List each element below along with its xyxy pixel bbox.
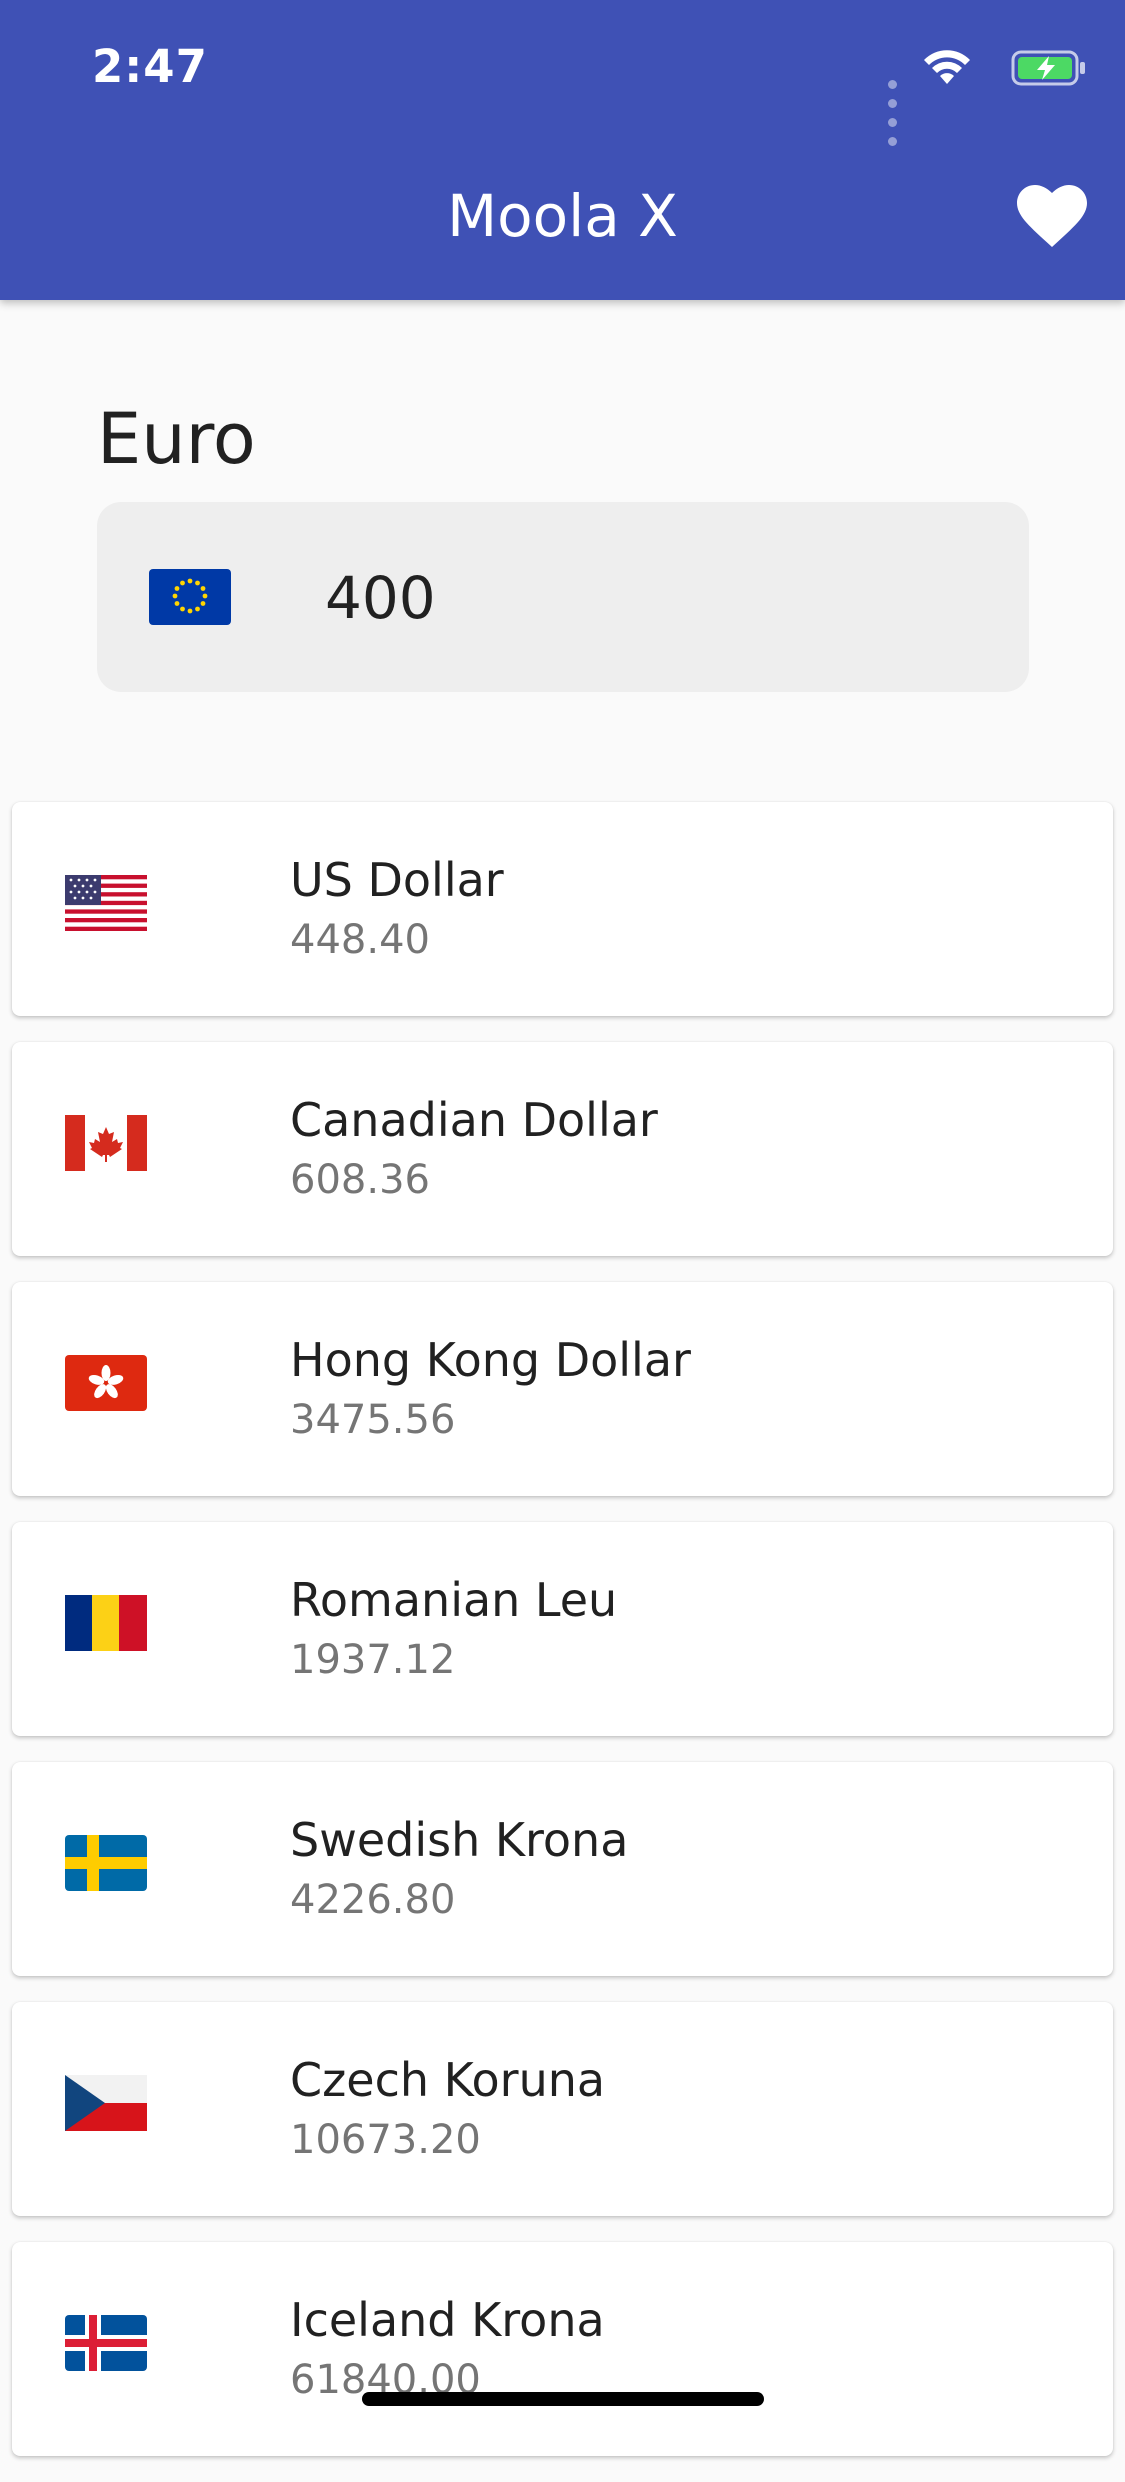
signal-dots-icon xyxy=(882,74,897,150)
currency-value: 4226.80 xyxy=(290,1877,456,1923)
amount-input[interactable]: 400 xyxy=(97,502,1029,692)
currency-card-iceland-krona[interactable]: Iceland Krona 61840.00 xyxy=(12,2242,1113,2456)
eu-flag-icon xyxy=(149,569,231,625)
czech-flag-icon xyxy=(65,2075,147,2131)
amount-value: 400 xyxy=(325,564,436,632)
currency-value: 3475.56 xyxy=(290,1397,456,1443)
heart-icon[interactable] xyxy=(1017,185,1087,249)
romania-flag-icon xyxy=(65,1595,147,1651)
wifi-icon xyxy=(924,50,970,84)
iceland-flag-icon xyxy=(65,2315,147,2371)
currency-name: Swedish Krona xyxy=(290,1813,629,1867)
home-indicator[interactable] xyxy=(362,2392,764,2406)
currency-card-romanian-leu[interactable]: Romanian Leu 1937.12 xyxy=(12,1522,1113,1736)
battery-charging-icon xyxy=(1011,50,1085,86)
app-title: Moola X xyxy=(447,182,678,250)
currency-card-swedish-krona[interactable]: Swedish Krona 4226.80 xyxy=(12,1762,1113,1976)
currency-name: Iceland Krona xyxy=(290,2293,605,2347)
currency-value: 448.40 xyxy=(290,917,430,963)
canada-flag-icon xyxy=(65,1115,147,1171)
us-flag-icon xyxy=(65,875,147,931)
currency-list: US Dollar 448.40 Canadian Dollar 608.36 … xyxy=(12,802,1113,2482)
base-currency-label: Euro xyxy=(97,398,256,480)
currency-card-canadian-dollar[interactable]: Canadian Dollar 608.36 xyxy=(12,1042,1113,1256)
currency-value: 10673.20 xyxy=(290,2117,481,2163)
currency-value: 608.36 xyxy=(290,1157,430,1203)
currency-value: 1937.12 xyxy=(290,1637,456,1683)
currency-name: US Dollar xyxy=(290,853,504,907)
currency-name: Czech Koruna xyxy=(290,2053,606,2107)
currency-name: Romanian Leu xyxy=(290,1573,618,1627)
hong-kong-flag-icon xyxy=(65,1355,147,1411)
currency-name: Hong Kong Dollar xyxy=(290,1333,691,1387)
currency-card-czech-koruna[interactable]: Czech Koruna 10673.20 xyxy=(12,2002,1113,2216)
currency-card-hong-kong-dollar[interactable]: Hong Kong Dollar 3475.56 xyxy=(12,1282,1113,1496)
currency-name: Canadian Dollar xyxy=(290,1093,658,1147)
status-time: 2:47 xyxy=(92,40,208,93)
sweden-flag-icon xyxy=(65,1835,147,1891)
app-bar: 2:47 Moola X xyxy=(0,0,1125,300)
currency-card-us-dollar[interactable]: US Dollar 448.40 xyxy=(12,802,1113,1016)
